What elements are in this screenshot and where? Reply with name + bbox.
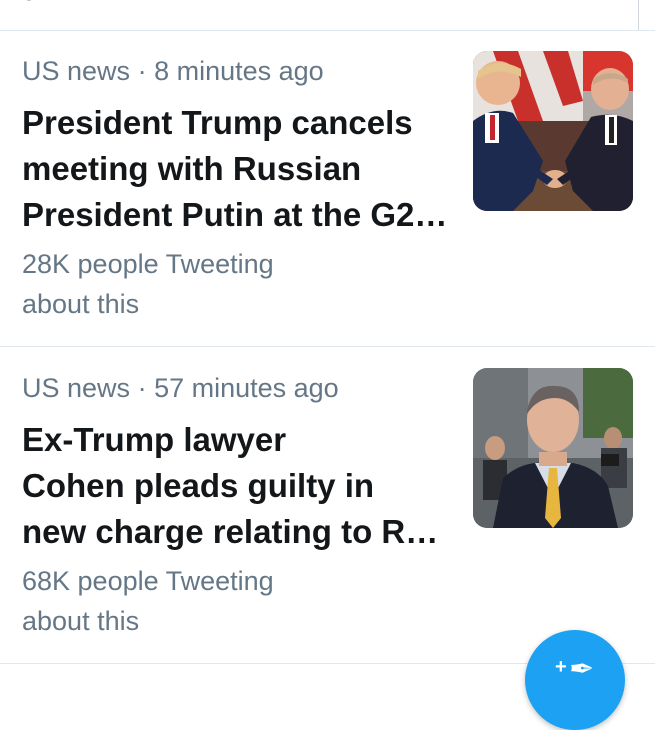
tweet-count: 68K people Tweeting about this xyxy=(22,561,342,641)
tweet-count: 28K people Tweeting about this xyxy=(22,244,342,324)
trend-category: US news xyxy=(22,56,131,86)
previous-item-cut-off: ᵒ xyxy=(22,0,36,17)
headline-line: Ex-Trump lawyer xyxy=(22,421,287,458)
handshake-photo-icon xyxy=(473,51,633,211)
portrait-photo-icon xyxy=(473,368,633,528)
tweet-count-suffix: about this xyxy=(22,289,140,319)
meta-separator: · xyxy=(137,373,147,403)
previous-item-edge: ᵒ xyxy=(0,0,655,31)
trend-thumbnail[interactable] xyxy=(473,368,633,528)
trend-category: US news xyxy=(22,373,131,403)
trend-meta: US news · 57 minutes ago xyxy=(22,373,339,404)
headline-line: meeting with Russian xyxy=(22,150,362,187)
feather-icon: ✒ xyxy=(569,653,595,686)
meta-separator: · xyxy=(137,56,147,86)
trend-time: 57 minutes ago xyxy=(154,373,339,403)
headline-line: new charge relating to R… xyxy=(22,513,439,550)
trend-thumbnail[interactable] xyxy=(473,51,633,211)
trend-time: 8 minutes ago xyxy=(154,56,324,86)
plus-icon: + xyxy=(555,656,567,678)
headline-line: President Putin at the G2… xyxy=(22,196,448,233)
tweet-count-suffix: about this xyxy=(22,606,140,636)
tweet-count-number: 28K people Tweeting xyxy=(22,249,274,279)
trend-headline: President Trump cancels meeting with Rus… xyxy=(22,100,452,238)
trend-item-trump-putin[interactable]: US news · 8 minutes ago President Trump … xyxy=(0,30,655,347)
scrollbar-edge[interactable] xyxy=(638,0,647,30)
headline-line: Cohen pleads guilty in xyxy=(22,467,375,504)
compose-tweet-button[interactable]: + ✒ xyxy=(525,630,625,730)
trend-item-cohen[interactable]: US news · 57 minutes ago Ex-Trump lawyer… xyxy=(0,347,655,664)
headline-line: President Trump cancels xyxy=(22,104,413,141)
trend-meta: US news · 8 minutes ago xyxy=(22,56,324,87)
trend-headline: Ex-Trump lawyer Cohen pleads guilty in n… xyxy=(22,417,452,555)
tweet-count-number: 68K people Tweeting xyxy=(22,566,274,596)
